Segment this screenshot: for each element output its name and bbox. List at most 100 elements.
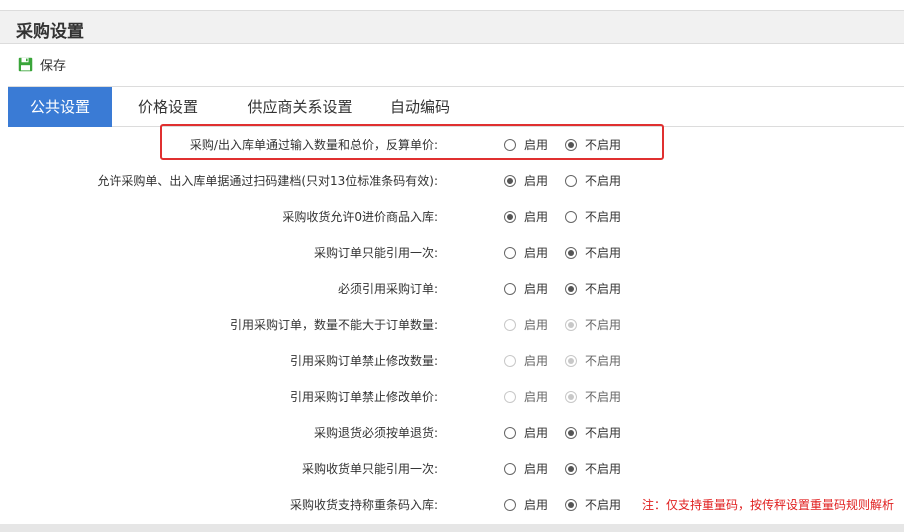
radio-label: 启用: [524, 426, 549, 440]
disable-radio: 不启用: [565, 352, 621, 369]
radio-unselected: [504, 390, 516, 403]
enable-radio[interactable]: 启用: [504, 424, 548, 441]
disable-radio[interactable]: 不启用: [565, 280, 621, 297]
radio-selected: [565, 354, 577, 367]
tab-price-settings[interactable]: 价格设置: [118, 87, 218, 127]
disable-radio: 不启用: [565, 316, 621, 333]
setting-row: 采购收货单只能引用一次: 启用 不启用: [0, 451, 904, 487]
top-gap: [0, 0, 904, 10]
enable-radio: 启用: [504, 316, 548, 333]
tab-supplier-relation-settings[interactable]: 供应商关系设置: [226, 87, 374, 127]
radio-label: 启用: [524, 390, 549, 404]
enable-radio[interactable]: 启用: [504, 172, 548, 189]
setting-row: 采购/出入库单通过输入数量和总价，反算单价: 启用 不启用: [0, 127, 904, 163]
enable-radio: 启用: [504, 352, 548, 369]
enable-radio[interactable]: 启用: [504, 280, 548, 297]
setting-label: 采购收货允许0进价商品入库:: [282, 210, 438, 224]
setting-label: 必须引用采购订单:: [337, 282, 438, 296]
radio-selected[interactable]: [565, 246, 577, 259]
radio-label: 不启用: [585, 246, 622, 260]
radio-unselected[interactable]: [504, 138, 516, 151]
radio-unselected[interactable]: [565, 210, 577, 223]
setting-label: 允许采购单、出入库单据通过扫码建档(只对13位标准条码有效):: [97, 174, 438, 188]
radio-unselected[interactable]: [504, 282, 516, 295]
radio-label: 不启用: [585, 390, 622, 404]
radio-selected[interactable]: [565, 498, 577, 511]
setting-label: 采购收货支持称重条码入库:: [289, 498, 438, 512]
enable-radio[interactable]: 启用: [504, 208, 548, 225]
radio-unselected: [504, 354, 516, 367]
radio-label: 不启用: [585, 498, 622, 512]
radio-label: 启用: [524, 210, 549, 224]
radio-label: 不启用: [585, 462, 622, 476]
disable-radio[interactable]: 不启用: [565, 244, 621, 261]
enable-radio[interactable]: 启用: [504, 244, 548, 261]
disable-radio[interactable]: 不启用: [565, 424, 621, 441]
disable-radio[interactable]: 不启用: [565, 496, 621, 513]
setting-label: 采购退货必须按单退货:: [313, 426, 438, 440]
radio-label: 不启用: [585, 426, 622, 440]
title-bar: 采购设置: [0, 10, 904, 44]
radio-selected: [565, 390, 577, 403]
disable-radio[interactable]: 不启用: [565, 208, 621, 225]
setting-row: 引用采购订单禁止修改单价: 启用 不启用: [0, 379, 904, 415]
enable-radio[interactable]: 启用: [504, 136, 548, 153]
tab-common-settings[interactable]: 公共设置: [8, 87, 112, 127]
tab-bar: 公共设置 价格设置 供应商关系设置 自动编码: [8, 86, 904, 127]
radio-label: 不启用: [585, 210, 622, 224]
radio-label: 启用: [524, 318, 549, 332]
radio-label: 不启用: [585, 138, 622, 152]
setting-row: 采购订单只能引用一次: 启用 不启用: [0, 235, 904, 271]
radio-selected: [565, 318, 577, 331]
radio-unselected[interactable]: [504, 426, 516, 439]
radio-selected[interactable]: [565, 426, 577, 439]
setting-row: 采购收货支持称重条码入库: 启用 不启用 注：仅支持重量码，按传秤设置重量码规则解析: [0, 487, 904, 523]
radio-selected[interactable]: [565, 462, 577, 475]
radio-selected[interactable]: [565, 282, 577, 295]
radio-unselected[interactable]: [504, 246, 516, 259]
radio-label: 不启用: [585, 174, 622, 188]
radio-label: 不启用: [585, 318, 622, 332]
radio-selected[interactable]: [504, 174, 516, 187]
enable-radio: 启用: [504, 388, 548, 405]
setting-label: 引用采购订单禁止修改数量:: [289, 354, 438, 368]
setting-label: 引用采购订单禁止修改单价:: [289, 390, 438, 404]
enable-radio[interactable]: 启用: [504, 460, 548, 477]
setting-note: 注：仅支持重量码，按传秤设置重量码规则解析: [642, 498, 895, 512]
page-title: 采购设置: [16, 22, 84, 42]
disable-radio[interactable]: 不启用: [565, 172, 621, 189]
setting-row: 采购退货必须按单退货: 启用 不启用: [0, 415, 904, 451]
setting-label: 采购/出入库单通过输入数量和总价，反算单价:: [189, 138, 438, 152]
radio-label: 不启用: [585, 354, 622, 368]
radio-unselected[interactable]: [504, 498, 516, 511]
radio-label: 启用: [524, 354, 549, 368]
setting-label: 采购订单只能引用一次:: [313, 246, 438, 260]
radio-selected[interactable]: [504, 210, 516, 223]
radio-label: 不启用: [585, 282, 622, 296]
disable-radio: 不启用: [565, 388, 621, 405]
toolbar: 保存: [0, 44, 904, 86]
tab-auto-coding[interactable]: 自动编码: [380, 87, 460, 127]
save-label: 保存: [40, 58, 67, 74]
setting-row: 必须引用采购订单: 启用 不启用: [0, 271, 904, 307]
disable-radio[interactable]: 不启用: [565, 460, 621, 477]
setting-row: 引用采购订单禁止修改数量: 启用 不启用: [0, 343, 904, 379]
enable-radio[interactable]: 启用: [504, 496, 548, 513]
radio-unselected[interactable]: [565, 174, 577, 187]
save-icon: [18, 57, 33, 72]
radio-selected[interactable]: [565, 138, 577, 151]
setting-label: 引用采购订单，数量不能大于订单数量:: [229, 318, 438, 332]
radio-unselected[interactable]: [504, 462, 516, 475]
setting-label: 采购收货单只能引用一次:: [301, 462, 438, 476]
setting-row: 采购收货允许0进价商品入库: 启用 不启用: [0, 199, 904, 235]
radio-label: 启用: [524, 174, 549, 188]
radio-label: 启用: [524, 498, 549, 512]
setting-row: 允许采购单、出入库单据通过扫码建档(只对13位标准条码有效): 启用 不启用: [0, 163, 904, 199]
save-button[interactable]: 保存: [18, 54, 66, 74]
disable-radio[interactable]: 不启用: [565, 136, 621, 153]
radio-label: 启用: [524, 282, 549, 296]
radio-label: 启用: [524, 138, 549, 152]
bottom-scroll-area: [0, 524, 904, 532]
setting-row: 引用采购订单，数量不能大于订单数量: 启用 不启用: [0, 307, 904, 343]
radio-unselected: [504, 318, 516, 331]
